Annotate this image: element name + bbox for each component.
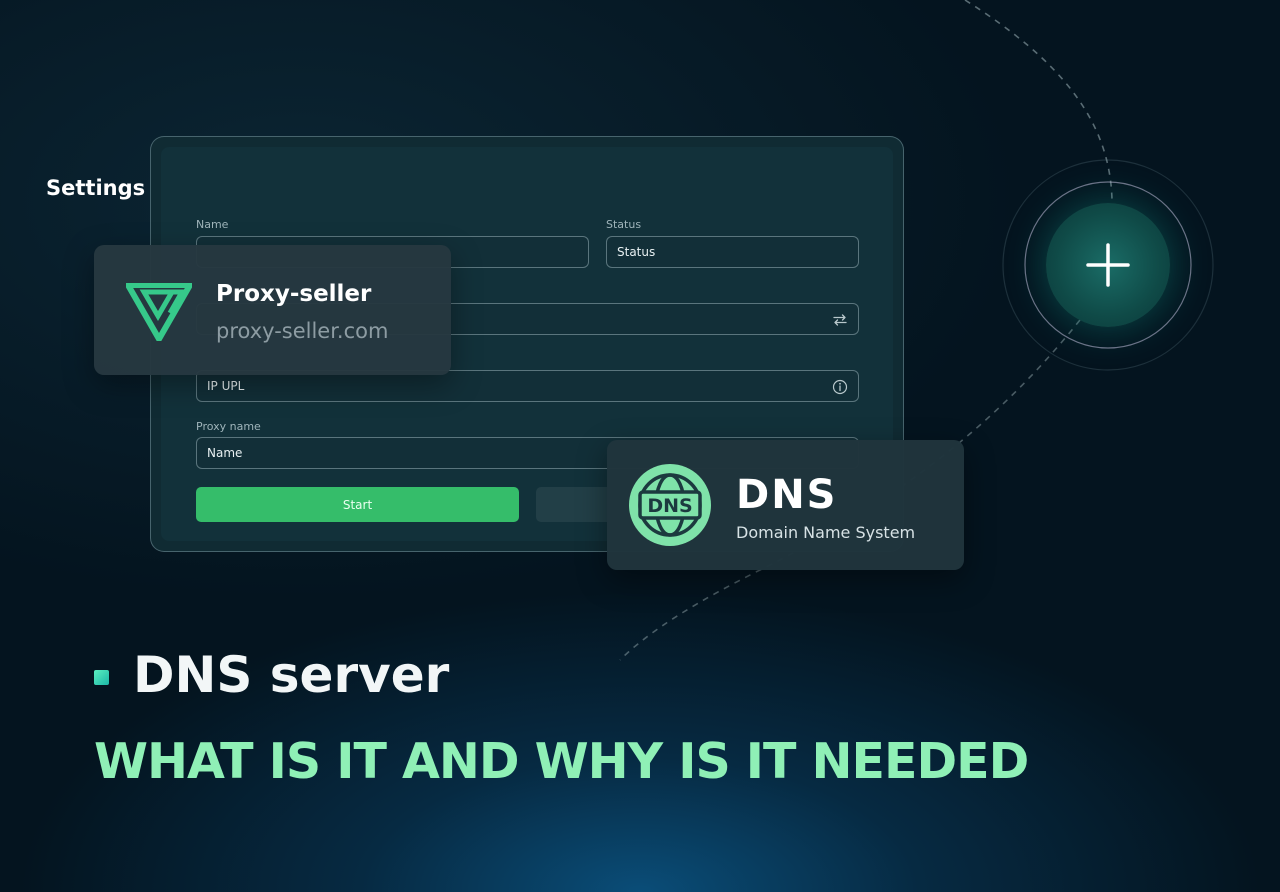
- name-label: Name: [196, 218, 229, 231]
- headline-title: DNS server: [133, 646, 450, 704]
- globe-icon: DNS: [629, 464, 711, 546]
- dns-subtitle: Domain Name System: [736, 523, 916, 542]
- brand-url[interactable]: proxy-seller.com: [216, 319, 388, 343]
- ip-value: IP UPL: [207, 379, 245, 393]
- brand-card: Proxy-seller proxy-seller.com: [94, 245, 451, 375]
- plus-icon: [1086, 243, 1130, 287]
- dns-badge-text: DNS: [647, 495, 692, 517]
- dns-card: DNS DNS Domain Name System: [607, 440, 964, 570]
- status-select[interactable]: Status: [606, 236, 859, 268]
- proxy-name-label: Proxy name: [196, 420, 261, 433]
- proxy-seller-logo-icon: [126, 283, 192, 341]
- add-button[interactable]: [1046, 203, 1170, 327]
- info-icon[interactable]: [832, 379, 848, 395]
- start-button[interactable]: Start: [196, 487, 519, 522]
- status-value: Status: [617, 245, 656, 259]
- bullet-square-icon: [94, 670, 109, 685]
- swap-arrows-icon[interactable]: [832, 312, 848, 328]
- brand-name: Proxy-seller: [216, 281, 372, 307]
- status-label: Status: [606, 218, 642, 231]
- settings-title: Settings: [46, 176, 146, 200]
- proxy-name-value: Name: [207, 446, 243, 460]
- dns-title: DNS: [736, 472, 838, 518]
- headline-subtitle: WHAT IS IT AND WHY IS IT NEEDED: [94, 733, 1029, 790]
